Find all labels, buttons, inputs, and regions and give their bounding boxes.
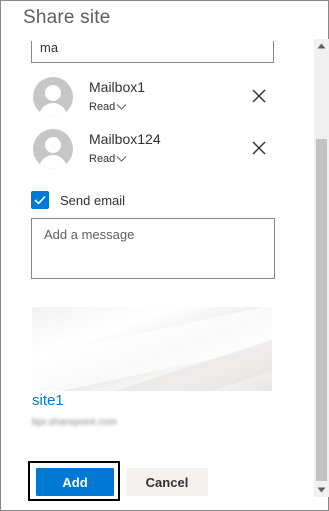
person-icon bbox=[33, 129, 73, 169]
people-picker-input[interactable]: ma bbox=[31, 41, 274, 63]
add-button[interactable]: Add bbox=[36, 468, 114, 496]
permission-label[interactable]: Read bbox=[89, 101, 115, 113]
send-email-label: Send email bbox=[60, 192, 126, 208]
checkmark-icon[interactable] bbox=[31, 191, 49, 209]
people-picker-value[interactable]: ma bbox=[40, 41, 273, 54]
site-thumbnail bbox=[32, 307, 272, 391]
permission-dropdown[interactable]: Read bbox=[89, 153, 127, 165]
person-icon bbox=[33, 77, 73, 117]
person-name: Mailbox124 bbox=[89, 131, 161, 147]
dialog-title: Share site bbox=[23, 7, 111, 28]
permission-label[interactable]: Read bbox=[89, 153, 115, 165]
close-icon[interactable] bbox=[250, 87, 268, 105]
chevron-down-icon[interactable] bbox=[116, 103, 127, 111]
permission-dropdown[interactable]: Read bbox=[89, 101, 127, 113]
site-name-link[interactable]: site1 bbox=[32, 392, 64, 409]
share-site-dialog: Share site ma Mailbox1 Read Mailbox124 R… bbox=[0, 0, 329, 511]
scroll-up-icon[interactable] bbox=[314, 39, 329, 53]
close-icon[interactable] bbox=[250, 139, 268, 157]
vertical-scrollbar[interactable] bbox=[314, 39, 329, 497]
chevron-down-icon[interactable] bbox=[116, 155, 127, 163]
person-item: Mailbox1 Read bbox=[31, 77, 281, 119]
cancel-button[interactable]: Cancel bbox=[126, 468, 208, 496]
person-name: Mailbox1 bbox=[89, 79, 146, 95]
person-item: Mailbox124 Read bbox=[31, 129, 281, 171]
message-field[interactable]: Add a message bbox=[31, 218, 275, 279]
send-email-checkbox[interactable]: Send email bbox=[31, 191, 125, 209]
scrollbar-thumb[interactable] bbox=[316, 139, 327, 481]
message-placeholder: Add a message bbox=[44, 227, 135, 242]
scroll-down-icon[interactable] bbox=[314, 483, 329, 497]
site-url: bpr.sharepoint.com bbox=[32, 417, 118, 428]
